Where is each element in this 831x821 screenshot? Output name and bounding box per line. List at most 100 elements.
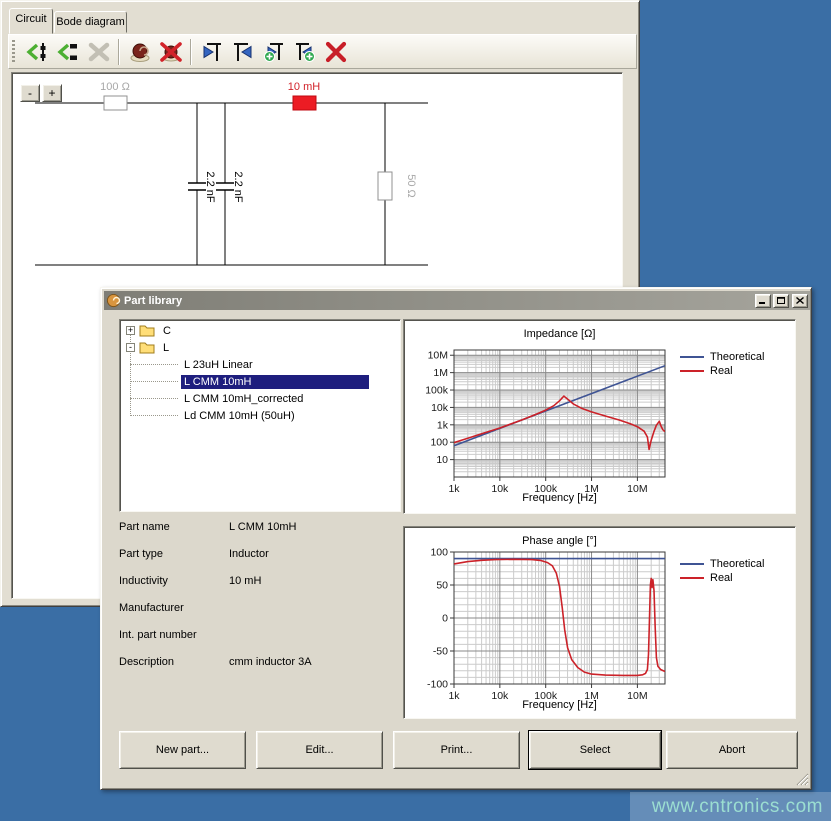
detail-label: Part type <box>119 548 229 562</box>
select-button[interactable]: Select <box>529 731 661 769</box>
delete-branch-icon <box>324 40 348 64</box>
resize-grip[interactable] <box>795 772 809 786</box>
tree-item-lcmm10mh-corrected[interactable]: L CMM 10mH_corrected <box>120 390 400 407</box>
svg-text:10M: 10M <box>428 350 448 362</box>
tab-bode-diagram[interactable]: Bode diagram <box>54 11 127 33</box>
svg-text:-100: -100 <box>427 679 448 691</box>
tab-circuit-label: Circuit <box>15 13 46 25</box>
svg-text:0: 0 <box>442 613 448 625</box>
detail-label: Int. part number <box>119 629 229 643</box>
real-line-swatch <box>680 577 704 579</box>
detail-row-description: Description cmm inductor 3A <box>119 656 403 670</box>
resistor-100ohm[interactable] <box>104 96 127 110</box>
tree-item-label: Ld CMM 10mH (50uH) <box>181 409 298 423</box>
snail-library-icon <box>128 40 152 64</box>
theoretical-line-swatch <box>680 563 704 565</box>
part-library-dialog: Part library + <box>100 287 812 790</box>
edit-button[interactable]: Edit... <box>256 731 383 769</box>
add-branch-left-icon <box>262 40 286 64</box>
folder-icon <box>139 324 155 337</box>
minimize-button[interactable] <box>755 294 771 308</box>
maximize-button[interactable] <box>773 294 789 308</box>
open-part-library-button[interactable] <box>124 38 155 66</box>
move-node-left-icon <box>200 40 224 64</box>
legend-entry-real: Real <box>680 571 764 585</box>
expander-icon[interactable]: - <box>126 343 135 352</box>
tree-item-ldcmm10mh[interactable]: Ld CMM 10mH (50uH) <box>120 407 400 424</box>
tree-item-lcmm10mh[interactable]: L CMM 10mH <box>120 373 400 390</box>
insert-part-right-button[interactable] <box>52 38 83 66</box>
legend-label: Theoretical <box>710 351 764 363</box>
svg-text:100k: 100k <box>425 385 449 397</box>
delete-part-button[interactable] <box>83 38 114 66</box>
svg-text:1M: 1M <box>433 367 448 379</box>
detail-label: Manufacturer <box>119 602 229 616</box>
minimize-icon <box>759 297 767 304</box>
detail-row-inductivity: Inductivity 10 mH <box>119 575 403 589</box>
close-icon <box>796 297 804 304</box>
impedance-chart-panel: Impedance [Ω] 1k10k100k1M10M10M1M100k10k… <box>403 319 796 514</box>
phase-x-axis-label: Frequency [Hz] <box>404 699 715 711</box>
move-node-right-button[interactable] <box>227 38 258 66</box>
tree-item-l23uh[interactable]: L 23uH Linear <box>120 356 400 373</box>
insert-part-left-icon <box>25 40 49 64</box>
watermark-text: www.cntronics.com <box>652 796 823 818</box>
dialog-title: Part library <box>124 295 182 307</box>
remove-library-part-icon <box>159 40 183 64</box>
resistor-50ohm[interactable] <box>378 172 392 200</box>
svg-text:-50: -50 <box>433 646 448 658</box>
tree-item-label: L CMM 10mH_corrected <box>181 392 306 406</box>
delete-part-disabled-icon <box>87 40 111 64</box>
tree-item-label: C <box>160 324 174 338</box>
insert-part-right-icon <box>56 40 80 64</box>
folder-icon <box>139 341 155 354</box>
delete-branch-button[interactable] <box>320 38 351 66</box>
inductor-10mh[interactable] <box>293 96 316 110</box>
tree-item-folder-c[interactable]: + C <box>120 322 400 339</box>
phase-legend: Theoretical Real <box>680 557 764 585</box>
svg-text:100: 100 <box>430 437 448 449</box>
detail-row-manufacturer: Manufacturer <box>119 602 403 616</box>
detail-row-part-type: Part type Inductor <box>119 548 403 562</box>
close-button[interactable] <box>792 294 808 308</box>
inductor-10mh-label: 10 mH <box>288 81 320 93</box>
toolbar-grip[interactable] <box>12 40 15 64</box>
move-node-left-button[interactable] <box>196 38 227 66</box>
resistor-100ohm-label: 100 Ω <box>100 81 130 93</box>
add-branch-left-button[interactable] <box>258 38 289 66</box>
remove-library-part-button[interactable] <box>155 38 186 66</box>
part-details: Part name L CMM 10mH Part type Inductor … <box>119 521 403 683</box>
tab-circuit[interactable]: Circuit <box>9 8 53 34</box>
insert-part-left-button[interactable] <box>21 38 52 66</box>
print-button[interactable]: Print... <box>393 731 520 769</box>
detail-row-part-name: Part name L CMM 10mH <box>119 521 403 535</box>
detail-value: Inductor <box>229 548 269 562</box>
svg-text:1k: 1k <box>437 419 449 431</box>
maximize-icon <box>777 297 785 304</box>
dialog-titlebar[interactable]: Part library <box>104 291 810 310</box>
toolbar-separator <box>118 39 120 65</box>
expander-icon[interactable]: + <box>126 326 135 335</box>
detail-value: L CMM 10mH <box>229 521 296 535</box>
capacitor-1-label: 2.2 nF <box>204 171 216 202</box>
legend-label: Theoretical <box>710 558 764 570</box>
svg-text:10k: 10k <box>431 402 449 414</box>
legend-entry-real: Real <box>680 364 764 378</box>
legend-entry-theoretical: Theoretical <box>680 350 764 364</box>
impedance-chart: 1k10k100k1M10M10M1M100k10k1k10010 <box>404 320 795 513</box>
add-branch-right-icon <box>293 40 317 64</box>
dialog-snail-icon <box>106 293 121 308</box>
watermark: www.cntronics.com <box>630 792 831 821</box>
svg-text:50: 50 <box>436 580 448 592</box>
add-branch-right-button[interactable] <box>289 38 320 66</box>
new-part-button[interactable]: New part... <box>119 731 246 769</box>
phase-chart: 1k10k100k1M10M100500-50-100 <box>404 527 795 718</box>
resistor-50ohm-label: 50 Ω <box>405 174 417 198</box>
tree-item-folder-l[interactable]: - L <box>120 339 400 356</box>
desktop: Circuit Bode diagram <box>0 0 831 821</box>
detail-label: Description <box>119 656 229 670</box>
theoretical-line-swatch <box>680 356 704 358</box>
abort-button[interactable]: Abort <box>666 731 798 769</box>
detail-row-int-part-number: Int. part number <box>119 629 403 643</box>
toolbar <box>8 34 637 69</box>
